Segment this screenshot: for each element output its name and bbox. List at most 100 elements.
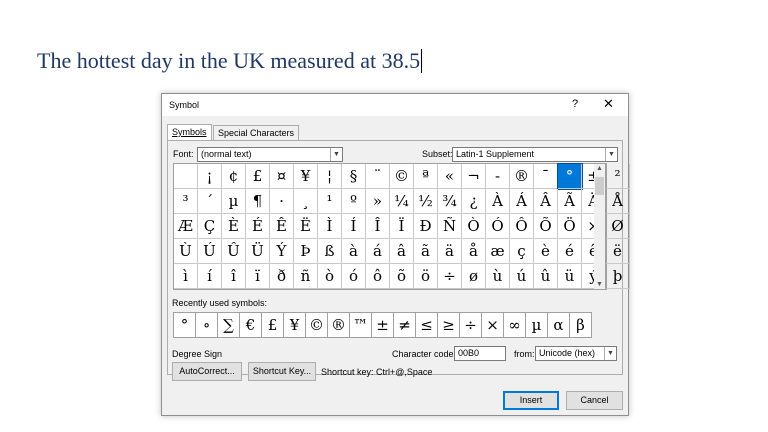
symbol-cell[interactable]: à: [342, 239, 366, 264]
symbol-cell[interactable]: Ò: [462, 214, 486, 239]
symbol-cell[interactable]: õ: [390, 264, 414, 289]
autocorrect-button[interactable]: AutoCorrect...: [172, 362, 242, 381]
symbol-cell[interactable]: Ð: [414, 214, 438, 239]
symbol-cell[interactable]: â: [390, 239, 414, 264]
symbol-cell[interactable]: »: [366, 189, 390, 214]
symbol-cell[interactable]: ²: [606, 164, 630, 189]
symbol-cell[interactable]: È: [222, 214, 246, 239]
symbol-cell[interactable]: Þ: [294, 239, 318, 264]
symbol-cell[interactable]: ¿: [462, 189, 486, 214]
recent-symbol-cell[interactable]: µ: [526, 313, 548, 337]
symbol-cell[interactable]: è: [534, 239, 558, 264]
recent-symbol-cell[interactable]: ±: [372, 313, 394, 337]
symbol-cell[interactable]: ¶: [246, 189, 270, 214]
symbol-cell[interactable]: ó: [342, 264, 366, 289]
symbol-cell[interactable]: ¹: [318, 189, 342, 214]
symbol-cell[interactable]: µ: [222, 189, 246, 214]
symbol-cell[interactable]: ã: [414, 239, 438, 264]
symbol-cell[interactable]: ô: [366, 264, 390, 289]
chevron-down-icon[interactable]: ▼: [330, 148, 342, 161]
symbol-grid-scrollbar[interactable]: ▲ ▼: [594, 163, 606, 290]
symbol-cell[interactable]: û: [534, 264, 558, 289]
recent-symbol-cell[interactable]: α: [548, 313, 570, 337]
recent-symbol-cell[interactable]: €: [240, 313, 262, 337]
symbol-cell[interactable]: é: [558, 239, 582, 264]
tab-special-characters[interactable]: Special Characters: [213, 125, 300, 141]
symbol-cell[interactable]: Á: [510, 189, 534, 214]
symbol-cell[interactable]: ¨: [366, 164, 390, 189]
symbol-cell[interactable]: Ñ: [438, 214, 462, 239]
shortcut-key-button[interactable]: Shortcut Key...: [248, 362, 316, 381]
symbol-cell[interactable]: À: [486, 189, 510, 214]
symbol-cell[interactable]: Û: [222, 239, 246, 264]
symbol-cell[interactable]: í: [198, 264, 222, 289]
scroll-thumb[interactable]: [595, 177, 604, 195]
symbol-cell[interactable]: °: [557, 163, 583, 190]
symbol-cell[interactable]: ë: [606, 239, 630, 264]
symbol-cell[interactable]: ¯: [534, 164, 558, 189]
symbol-cell[interactable]: å: [462, 239, 486, 264]
recent-symbol-cell[interactable]: ∞: [504, 313, 526, 337]
cancel-button[interactable]: Cancel: [566, 391, 623, 410]
symbol-cell[interactable]: Ì: [318, 214, 342, 239]
insert-button[interactable]: Insert: [503, 391, 559, 410]
font-select[interactable]: (normal text) ▼: [197, 147, 343, 162]
recent-symbol-cell[interactable]: ≤: [416, 313, 438, 337]
recent-symbol-cell[interactable]: °: [174, 313, 196, 337]
symbol-cell[interactable]: ð: [270, 264, 294, 289]
close-icon[interactable]: ✕: [603, 96, 614, 112]
symbol-cell[interactable]: Î: [366, 214, 390, 239]
recent-symbol-cell[interactable]: ÷: [460, 313, 482, 337]
symbol-cell[interactable]: ¥: [294, 164, 318, 189]
symbol-cell[interactable]: ü: [558, 264, 582, 289]
chevron-down-icon[interactable]: ▼: [605, 148, 617, 161]
symbol-cell[interactable]: ÷: [438, 264, 462, 289]
symbol-cell[interactable]: Ý: [270, 239, 294, 264]
symbol-cell[interactable]: ú: [510, 264, 534, 289]
symbol-cell[interactable]: á: [366, 239, 390, 264]
recent-symbol-cell[interactable]: £: [262, 313, 284, 337]
symbol-cell[interactable]: ¾: [438, 189, 462, 214]
symbol-cell[interactable]: º: [342, 189, 366, 214]
symbol-cell[interactable]: Ó: [486, 214, 510, 239]
symbol-cell[interactable]: ³: [174, 189, 198, 214]
symbol-cell[interactable]: Ç: [198, 214, 222, 239]
symbol-cell[interactable]: É: [246, 214, 270, 239]
recent-symbol-cell[interactable]: ≠: [394, 313, 416, 337]
recent-symbol-cell[interactable]: ×: [482, 313, 504, 337]
symbol-cell[interactable]: Ü: [246, 239, 270, 264]
symbol-cell[interactable]: Ô: [510, 214, 534, 239]
symbol-cell[interactable]: ò: [318, 264, 342, 289]
symbol-cell[interactable]: ·: [270, 189, 294, 214]
symbol-cell[interactable]: ù: [486, 264, 510, 289]
symbol-cell[interactable]: -: [486, 164, 510, 189]
from-select[interactable]: Unicode (hex) ▼: [535, 346, 617, 361]
symbol-cell[interactable]: ä: [438, 239, 462, 264]
symbol-cell[interactable]: ß: [318, 239, 342, 264]
recent-symbol-cell[interactable]: ™: [350, 313, 372, 337]
scroll-down-icon[interactable]: ▼: [594, 281, 605, 288]
symbol-cell[interactable]: î: [222, 264, 246, 289]
symbol-cell[interactable]: ¡: [198, 164, 222, 189]
symbol-cell[interactable]: ¦: [318, 164, 342, 189]
symbol-cell[interactable]: ì: [174, 264, 198, 289]
symbol-cell[interactable]: ï: [246, 264, 270, 289]
symbol-cell[interactable]: «: [438, 164, 462, 189]
chevron-down-icon[interactable]: ▼: [604, 347, 616, 360]
symbol-cell[interactable]: Ï: [390, 214, 414, 239]
symbol-cell[interactable]: §: [342, 164, 366, 189]
symbol-cell[interactable]: Ö: [558, 214, 582, 239]
symbol-cell[interactable]: Ú: [198, 239, 222, 264]
symbol-cell[interactable]: Å: [606, 189, 630, 214]
character-code-input[interactable]: 00B0: [454, 346, 506, 361]
symbol-cell[interactable]: Ù: [174, 239, 198, 264]
symbol-cell[interactable]: Õ: [534, 214, 558, 239]
symbol-cell[interactable]: ö: [414, 264, 438, 289]
recent-symbol-cell[interactable]: ¥: [284, 313, 306, 337]
symbol-cell[interactable]: þ: [606, 264, 630, 289]
symbol-cell[interactable]: ¬: [462, 164, 486, 189]
recent-symbol-cell[interactable]: ∘: [196, 313, 218, 337]
scroll-up-icon[interactable]: ▲: [594, 165, 605, 172]
symbol-cell[interactable]: Ã: [558, 189, 582, 214]
symbol-cell[interactable]: ©: [390, 164, 414, 189]
